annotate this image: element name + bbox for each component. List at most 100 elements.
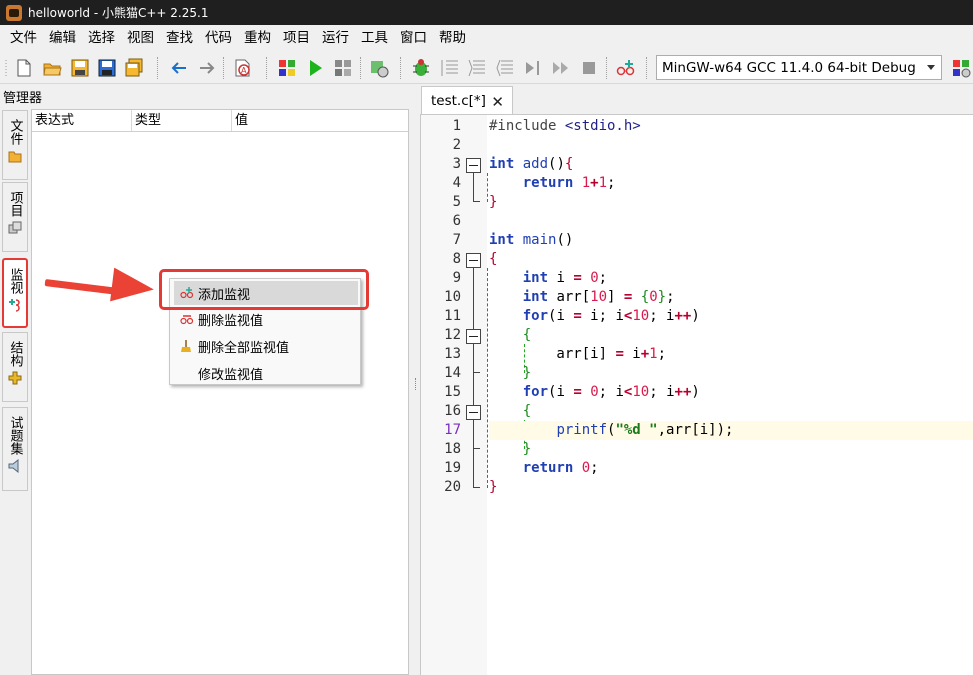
code-editor[interactable]: 1 2 3 4 5 6 7 8 9 10 11 12 13 14 15 16 1…: [420, 114, 973, 675]
menu-refactor[interactable]: 重构: [238, 25, 277, 51]
title-bar: helloworld - 小熊猫C++ 2.25.1: [0, 0, 973, 25]
splitter-grip: [415, 378, 416, 390]
fold-toggle-icon[interactable]: [466, 253, 481, 268]
structure-icon: [8, 371, 22, 385]
compile-run-icon[interactable]: [333, 58, 353, 78]
menu-search[interactable]: 查找: [160, 25, 199, 51]
options-icon[interactable]: [951, 58, 971, 78]
continue-icon[interactable]: [551, 58, 571, 78]
line-number: 2: [452, 137, 461, 153]
watch-panel: 表达式 类型 值: [31, 109, 409, 675]
column-header-expression[interactable]: 表达式: [32, 110, 132, 131]
code-line: int main(): [489, 232, 574, 248]
close-icon[interactable]: ✕: [491, 93, 504, 111]
menu-code[interactable]: 代码: [199, 25, 238, 51]
line-number: 9: [452, 270, 461, 286]
scope-guide: [487, 173, 488, 202]
tab-label: 试题集: [7, 416, 23, 455]
fold-toggle-icon[interactable]: [466, 158, 481, 173]
fold-end-mark: [473, 448, 480, 449]
code-line: for(i = 0; i<10; i++): [522, 384, 700, 400]
line-number: 1: [452, 118, 461, 134]
menu-project[interactable]: 项目: [277, 25, 316, 51]
run-icon[interactable]: [305, 58, 325, 78]
compile-icon[interactable]: [277, 58, 297, 78]
problem-set-icon: [8, 459, 19, 473]
debug-icon[interactable]: [411, 58, 431, 78]
toolbar-separator: [400, 57, 401, 79]
line-number: 5: [452, 194, 461, 210]
code-line: {: [522, 327, 532, 343]
watch-icon: [9, 299, 20, 312]
step-over-icon[interactable]: [440, 58, 460, 78]
tab-project[interactable]: 项目: [2, 182, 28, 252]
annotation-arrow-head: [110, 267, 156, 307]
menu-edit[interactable]: 编辑: [43, 25, 82, 51]
run-to-cursor-icon[interactable]: [523, 58, 543, 78]
save-icon[interactable]: [70, 58, 90, 78]
code-line: for(i = i; i<10; i++): [522, 308, 700, 324]
menu-view[interactable]: 视图: [121, 25, 160, 51]
editor-tab-bar: test.c[*] ✕: [419, 86, 973, 115]
app-logo-icon: [6, 4, 22, 21]
svg-text:A: A: [241, 66, 247, 75]
toolbar-separator: [646, 57, 647, 79]
menu-item-modify-watch[interactable]: 修改监视值: [174, 361, 358, 385]
menu-item-label: 修改监视值: [198, 367, 264, 383]
menu-item-remove-watch[interactable]: 删除监视值: [174, 307, 358, 331]
tab-problem-set[interactable]: 试题集: [2, 407, 28, 491]
code-area[interactable]: #include <stdio.h> int add(){ return 1+1…: [487, 115, 973, 675]
line-number-current: 17: [444, 422, 461, 438]
menu-run[interactable]: 运行: [316, 25, 355, 51]
fold-toggle-icon[interactable]: [466, 329, 481, 344]
menu-help[interactable]: 帮助: [433, 25, 472, 51]
fold-end-mark: [473, 487, 480, 488]
column-header-type[interactable]: 类型: [132, 110, 232, 131]
code-line: {: [522, 403, 532, 419]
menu-file[interactable]: 文件: [4, 25, 43, 51]
code-line: }: [489, 194, 498, 210]
menu-window[interactable]: 窗口: [394, 25, 433, 51]
line-number: 18: [444, 441, 461, 457]
tab-watch[interactable]: 监视: [2, 258, 28, 328]
menu-item-label: 删除全部监视值: [198, 340, 290, 356]
chevron-down-icon: [927, 65, 935, 70]
scope-guide: [487, 268, 488, 488]
remove-watch-icon: [180, 315, 194, 325]
column-header-value[interactable]: 值: [232, 110, 408, 131]
new-file-icon[interactable]: [14, 58, 34, 78]
menu-select[interactable]: 选择: [82, 25, 121, 51]
editor-tab[interactable]: test.c[*] ✕: [421, 86, 513, 115]
tab-label: 监视: [7, 268, 23, 294]
open-folder-icon[interactable]: [42, 58, 62, 78]
line-number: 11: [444, 308, 461, 324]
undo-icon[interactable]: [169, 58, 189, 78]
toolbar-separator: [223, 57, 224, 79]
stop-icon[interactable]: [579, 58, 599, 78]
line-number: 3: [452, 156, 461, 172]
line-number: 19: [444, 460, 461, 476]
tab-label: 项目: [7, 191, 23, 217]
step-into-icon[interactable]: [467, 58, 487, 78]
compiler-select[interactable]: MinGW-w64 GCC 11.4.0 64-bit Debug: [656, 55, 942, 80]
line-number: 4: [452, 175, 461, 191]
rebuild-icon[interactable]: [369, 58, 389, 78]
format-icon[interactable]: A: [233, 58, 253, 78]
panel-title: 管理器: [3, 91, 43, 106]
step-out-icon[interactable]: [495, 58, 515, 78]
code-line: }: [522, 441, 532, 457]
redo-icon[interactable]: [197, 58, 217, 78]
line-number: 8: [452, 251, 461, 267]
menu-item-remove-all-watches[interactable]: 删除全部监视值: [174, 334, 358, 358]
toolbar-separator: [606, 57, 607, 79]
add-watch-icon[interactable]: [616, 58, 636, 78]
code-line: int i = 0;: [522, 270, 608, 286]
tab-structure[interactable]: 结构: [2, 332, 28, 402]
line-number: 14: [444, 365, 461, 381]
save-as-icon[interactable]: [97, 58, 117, 78]
save-all-icon[interactable]: [124, 58, 144, 78]
menu-tools[interactable]: 工具: [355, 25, 394, 51]
fold-toggle-icon[interactable]: [466, 405, 481, 420]
tab-files[interactable]: 文件: [2, 110, 28, 180]
toolbar-separator: [157, 57, 158, 79]
